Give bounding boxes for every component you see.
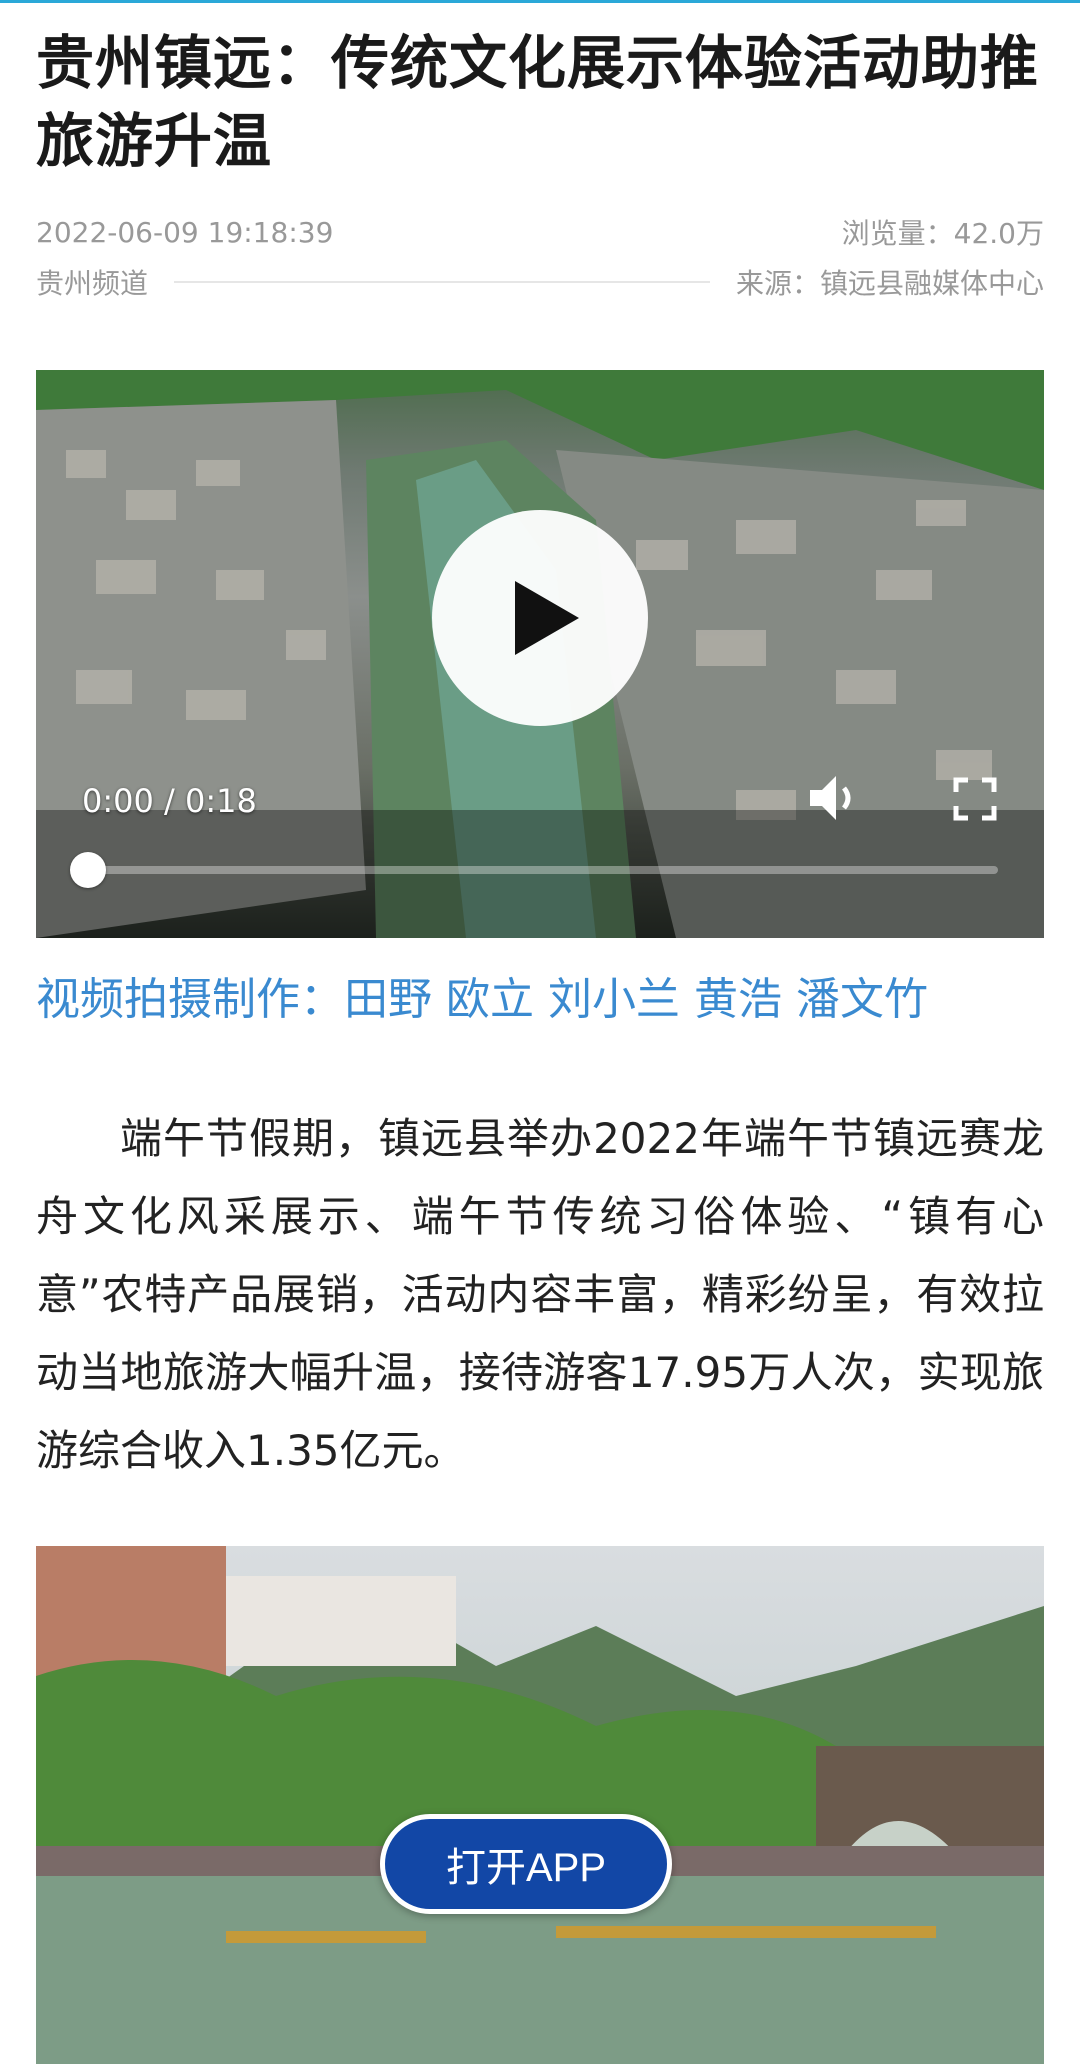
play-icon [515,581,579,655]
video-scrubber-handle[interactable] [70,852,106,888]
fullscreen-button[interactable] [950,774,1000,824]
fullscreen-icon [953,777,997,821]
top-accent-bar [0,0,1080,3]
play-button[interactable] [432,510,648,726]
meta-divider [174,281,710,283]
open-app-button[interactable]: 打开APP [380,1814,672,1914]
meta-row-date-views: 2022-06-09 19:18:39 浏览量：42.0万 [36,212,1044,252]
view-count: 浏览量：42.0万 [841,217,1044,250]
publish-date: 2022-06-09 19:18:39 [36,215,334,249]
meta-row-channel-source: 贵州频道 来源：镇远县融媒体中心 [36,262,1044,302]
dragon-boat-photo [36,1546,1044,2064]
source-label: 来源：镇远县融媒体中心 [735,267,1044,300]
volume-icon [810,776,851,820]
video-progress-bar[interactable] [70,852,998,888]
volume-button[interactable] [804,768,864,828]
article-title: 贵州镇远：传统文化展示体验活动助推旅游升温 [36,29,1040,175]
video-player[interactable]: 0:00 / 0:18 [36,370,1044,938]
video-credit: 视频拍摄制作：田野 欧立 刘小兰 黄浩 潘文竹 [36,974,928,1025]
channel-label[interactable]: 贵州频道 [36,262,148,302]
article-body: 端午节假期，镇远县举办2022年端午节镇远赛龙舟文化风采展示、端午节传统习俗体验… [36,1114,1044,1475]
video-time: 0:00 / 0:18 [82,782,257,820]
article-photo [36,1546,1044,2064]
